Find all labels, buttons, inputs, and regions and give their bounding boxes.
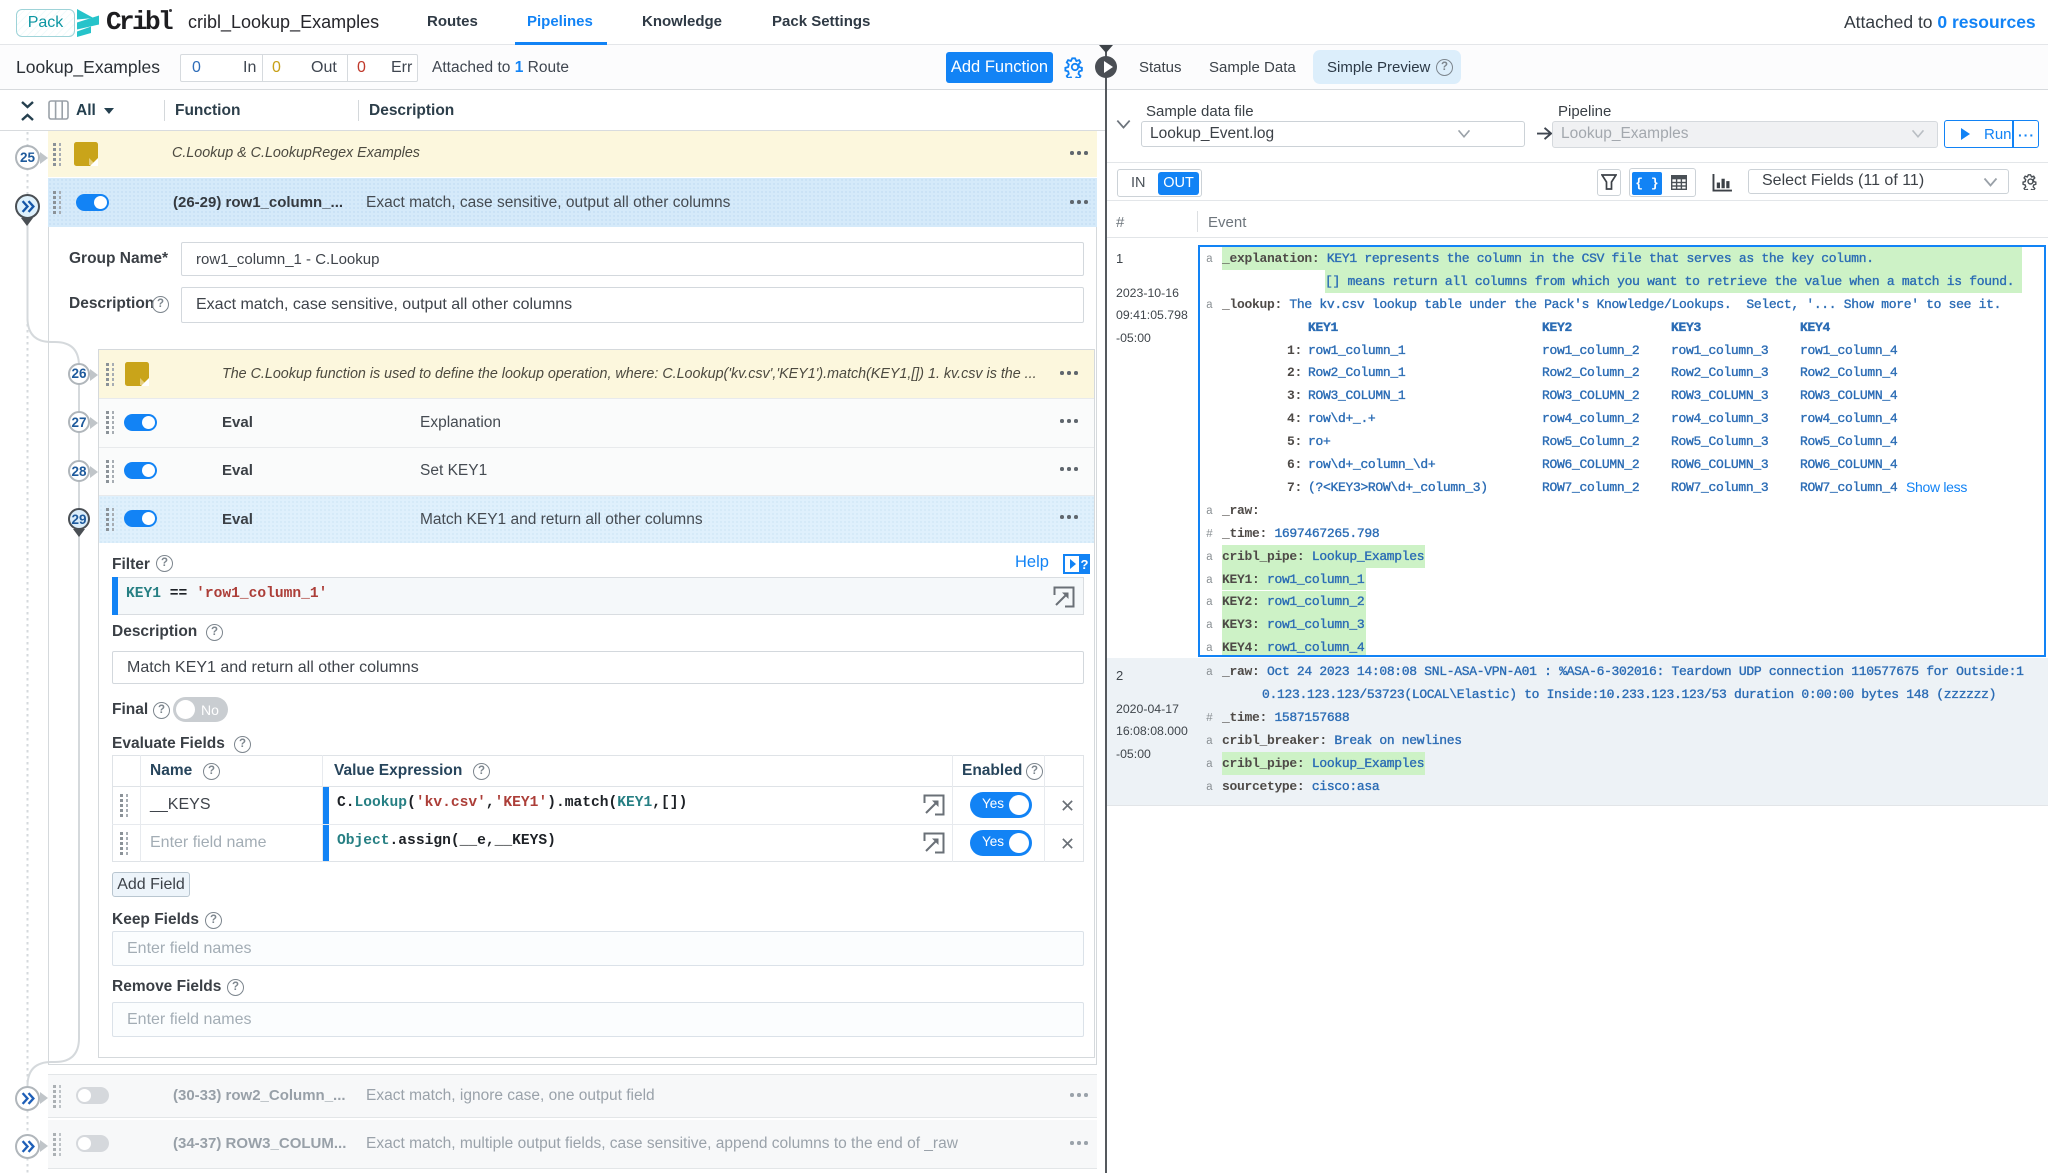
svg-text:?: ? (1081, 557, 1089, 572)
